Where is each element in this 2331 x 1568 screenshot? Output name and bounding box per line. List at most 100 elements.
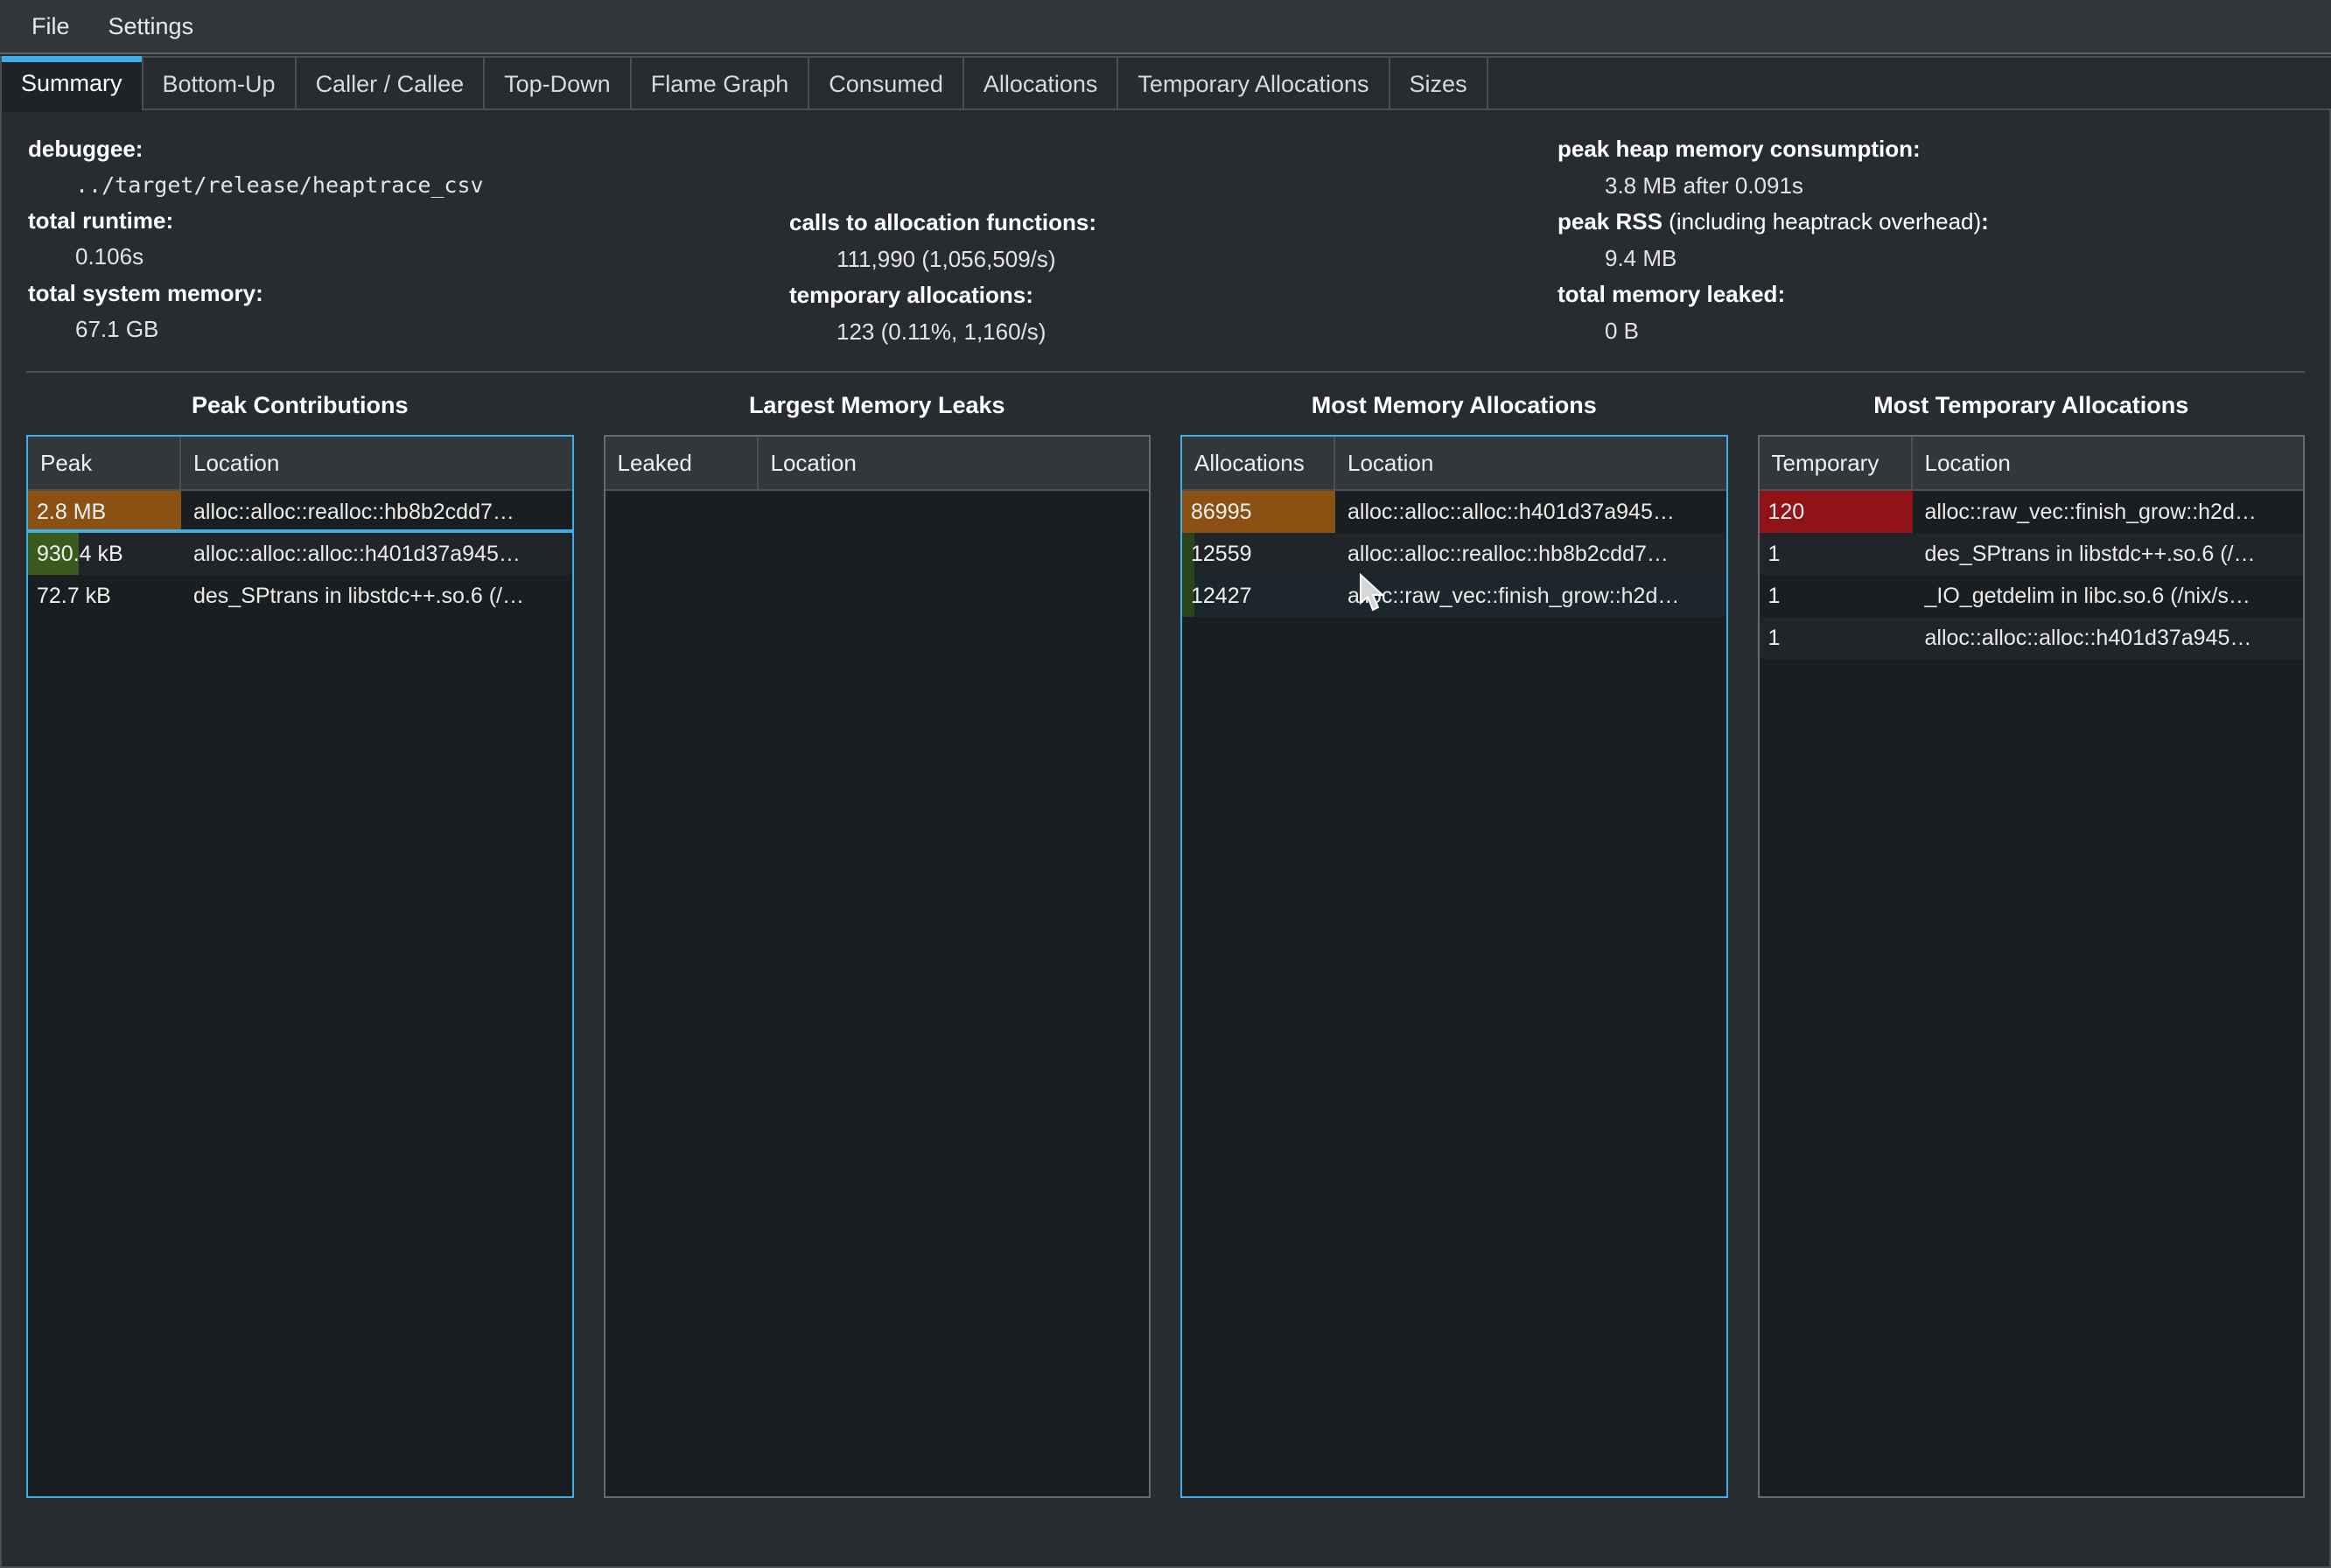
column-header-location[interactable]: Location [1913,437,2304,489]
cell-location[interactable]: alloc::alloc::alloc::h401d37a945… [181,533,572,575]
cell-location[interactable]: alloc::alloc::realloc::hb8b2cdd7… [181,491,572,533]
cell-cost[interactable]: 120 [1759,491,1913,534]
column-header-location[interactable]: Location [759,437,1150,489]
cell-cost-label: 1 [1768,541,1781,566]
panel-title-most-memory-allocations: Most Memory Allocations [1311,392,1597,419]
label-total-memory-leaked: total memory leaked: [1558,281,1786,308]
table-header-most-temporary-allocations: Temporary Location [1759,437,2304,492]
cell-cost-label: 12559 [1191,541,1252,566]
table-row[interactable]: 1 alloc::alloc::alloc::h401d37a945… [1759,617,2304,660]
summary-statistics: debuggee: ../target/release/heaptrace_cs… [2,110,2329,362]
table-row[interactable]: 72.7 kB des_SPtrans in libstdc++.so.6 (/… [28,575,572,618]
tab-allocations[interactable]: Allocations [963,56,1119,110]
table-row[interactable]: 12427 alloc::raw_vec::finish_grow::h2d… [1182,575,1726,618]
cell-location[interactable]: des_SPtrans in libstdc++.so.6 (/… [181,575,572,617]
tab-flame-graph[interactable]: Flame Graph [631,56,810,110]
table-row[interactable]: 2.8 MB alloc::alloc::realloc::hb8b2cdd7… [28,491,572,534]
label-total-runtime: total runtime: [28,206,174,234]
menu-bar: File Settings [0,0,2331,54]
table-row[interactable]: 1 _IO_getdelim in libc.so.6 (/nix/s… [1759,575,2304,618]
column-header-location[interactable]: Location [181,437,572,489]
cell-cost[interactable]: 1 [1760,575,1913,617]
panel-peak-contributions: Peak Contributions Peak Location 2.8 MB allo… [26,392,574,1498]
value-total-system-memory: 67.1 GB [75,316,159,343]
tab-bottom-up[interactable]: Bottom-Up [143,56,297,110]
cell-cost[interactable]: 72.7 kB [28,575,181,617]
cell-cost-label: 86995 [1191,499,1252,524]
summary-column-allocations: calls to allocation functions: 111,990 (… [772,131,1542,350]
panel-largest-memory-leaks: Largest Memory Leaks Leaked Location [603,392,1151,1498]
summary-column-debuggee: debuggee: ../target/release/heaptrace_cs… [2,131,772,350]
value-temporary-allocations: 123 (0.11%, 1,160/s) [836,318,1046,345]
column-header-cost[interactable]: Temporary [1760,437,1913,490]
cell-location[interactable]: _IO_getdelim in libc.so.6 (/nix/s… [1913,575,2304,617]
tab-consumed[interactable]: Consumed [809,56,964,110]
table-header-most-memory-allocations: Allocations Location [1182,437,1726,492]
panel-title-peak-contributions: Peak Contributions [191,392,409,419]
column-header-cost[interactable]: Allocations [1182,437,1335,490]
table-header-peak-contributions: Peak Location [28,437,572,492]
table-header-largest-memory-leaks: Leaked Location [605,437,1150,492]
cell-location[interactable]: alloc::alloc::alloc::h401d37a945… [1913,617,2304,659]
cell-location[interactable]: alloc::alloc::realloc::hb8b2cdd7… [1335,533,1726,575]
menu-file[interactable]: File [12,8,89,46]
cell-cost[interactable]: 2.8 MB [28,491,181,534]
label-temporary-allocations: temporary allocations: [789,282,1033,309]
tab-caller-callee[interactable]: Caller / Callee [296,56,486,110]
table-most-memory-allocations[interactable]: Allocations Location86995 alloc::alloc::al… [1180,435,1728,1498]
tab-bar: Summary Bottom-Up Caller / Callee Top-Do… [0,54,2331,112]
cell-cost[interactable]: 1 [1760,617,1913,659]
cell-cost[interactable]: 12559 [1182,533,1335,576]
table-row[interactable]: 120 alloc::raw_vec::finish_grow::h2d… [1759,491,2304,534]
tab-sizes[interactable]: Sizes [1390,56,1488,110]
tab-temporary-allocations[interactable]: Temporary Allocations [1118,56,1390,110]
table-body-largest-memory-leaks [606,491,1150,1496]
label-peak-heap-memory-consumption: peak heap memory consumption: [1558,136,1921,162]
value-total-runtime: 0.106s [75,243,144,270]
cell-cost-label: 72.7 kB [37,583,111,608]
table-row[interactable]: 12559 alloc::alloc::realloc::hb8b2cdd7… [1182,533,1726,576]
cell-cost-label: 930.4 kB [37,541,123,566]
label-total-system-memory: total system memory: [28,279,263,306]
panel-title-largest-memory-leaks: Largest Memory Leaks [748,392,1005,419]
summary-panels: Peak Contributions Peak Location 2.8 MB allo… [2,373,2329,1517]
table-row[interactable]: 86995 alloc::alloc::alloc::h401d37a945… [1182,491,1726,534]
table-body-most-temporary-allocations: 120 alloc::raw_vec::finish_grow::h2d…1 des… [1759,491,2304,1496]
table-body-peak-contributions: 2.8 MB alloc::alloc::realloc::hb8b2cdd7… 9… [28,491,572,1496]
cell-cost[interactable]: 1 [1760,533,1913,575]
value-calls-to-allocation-functions: 111,990 (1,056,509/s) [836,245,1056,272]
cell-cost[interactable]: 86995 [1182,491,1335,534]
cell-cost[interactable]: 12427 [1182,575,1335,618]
tab-bar-filler [1488,56,2331,110]
cell-cost-label: 120 [1768,499,1805,524]
value-total-memory-leaked: 0 B [1605,317,1640,344]
tab-top-down[interactable]: Top-Down [485,56,632,110]
column-header-location[interactable]: Location [1335,437,1726,489]
column-header-cost[interactable]: Leaked [606,437,759,490]
summary-page: debuggee: ../target/release/heaptrace_cs… [0,110,2331,1568]
cell-cost-label: 1 [1768,625,1781,650]
column-header-cost[interactable]: Peak [28,437,181,490]
value-peak-rss: 9.4 MB [1605,244,1677,271]
menu-settings[interactable]: Settings [89,8,214,46]
cell-location[interactable]: des_SPtrans in libstdc++.so.6 (/… [1913,533,2304,575]
cell-location[interactable]: alloc::alloc::alloc::h401d37a945… [1335,491,1726,533]
tab-summary[interactable]: Summary [0,56,144,112]
table-row[interactable]: 930.4 kB alloc::alloc::alloc::h401d37a945… [28,533,572,576]
label-debuggee: debuggee: [28,136,144,162]
status-bar [2,1517,2329,1566]
value-debuggee: ../target/release/heaptrace_csv [75,172,484,198]
cell-cost[interactable]: 930.4 kB [28,533,181,576]
table-most-temporary-allocations[interactable]: Temporary Location120 alloc::raw_vec::fini… [1757,435,2305,1498]
value-peak-heap-memory-consumption: 3.8 MB after 0.091s [1605,172,1803,199]
table-largest-memory-leaks[interactable]: Leaked Location [603,435,1151,1498]
panel-most-temporary-allocations: Most Temporary Allocations Temporary Locat… [1757,392,2305,1498]
panel-most-memory-allocations: Most Memory Allocations Allocations Locati… [1180,392,1728,1498]
table-row[interactable]: 1 des_SPtrans in libstdc++.so.6 (/… [1759,533,2304,576]
table-peak-contributions[interactable]: Peak Location2.8 MB alloc::alloc::realloc:… [26,435,574,1498]
summary-column-memory: peak heap memory consumption: 3.8 MB aft… [1542,131,2329,350]
cell-location[interactable]: alloc::raw_vec::finish_grow::h2d… [1335,575,1726,617]
cell-location[interactable]: alloc::raw_vec::finish_grow::h2d… [1913,491,2304,533]
cell-cost-label: 2.8 MB [37,499,107,524]
cell-cost-label: 1 [1768,583,1781,608]
